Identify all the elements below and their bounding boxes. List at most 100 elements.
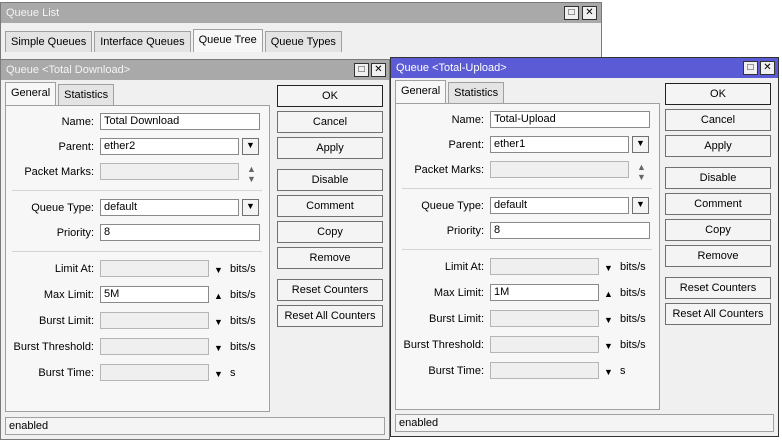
tab-statistics[interactable]: Statistics	[448, 82, 505, 103]
down-arrow-icon[interactable]: ▼	[604, 315, 613, 325]
limit-at-unit: bits/s	[230, 263, 256, 275]
ok-button[interactable]: OK	[665, 83, 771, 105]
close-icon[interactable]: ✕	[760, 61, 775, 75]
name-label: Name:	[61, 116, 94, 128]
tab-simple-queues[interactable]: Simple Queues	[5, 31, 93, 52]
down-arrow-icon[interactable]: ▼	[604, 341, 613, 351]
status-bar: enabled	[5, 417, 385, 435]
dropdown-arrow-icon[interactable]: ▼	[242, 199, 259, 216]
burst-limit-field[interactable]	[490, 310, 599, 327]
packet-marks-label: Packet Marks:	[414, 164, 484, 176]
maximize-icon[interactable]: □	[564, 6, 579, 20]
copy-button[interactable]: Copy	[277, 221, 383, 243]
remove-button[interactable]: Remove	[277, 247, 383, 269]
queue-type-select[interactable]: default	[100, 199, 239, 216]
burst-threshold-label: Burst Threshold:	[13, 341, 94, 353]
parent-label: Parent:	[58, 141, 94, 153]
up-down-arrow-icon[interactable]: ▲ ▼	[247, 164, 256, 184]
dropdown-arrow-icon[interactable]: ▼	[632, 136, 649, 153]
reset-all-counters-button[interactable]: Reset All Counters	[665, 303, 771, 325]
burst-threshold-field[interactable]	[490, 336, 599, 353]
maximize-icon[interactable]: □	[743, 61, 758, 75]
cancel-button[interactable]: Cancel	[277, 111, 383, 133]
packet-marks-field[interactable]	[100, 163, 239, 180]
burst-limit-unit: bits/s	[230, 315, 256, 327]
burst-limit-unit: bits/s	[620, 313, 646, 325]
upload-queue-window: Queue <Total-Upload> □ ✕ General Statist…	[390, 57, 779, 437]
down-arrow-icon[interactable]: ▼	[604, 263, 613, 273]
packet-marks-field[interactable]	[490, 161, 629, 178]
tab-statistics[interactable]: Statistics	[58, 84, 115, 105]
max-limit-field[interactable]: 5M	[100, 286, 209, 303]
burst-limit-field[interactable]	[100, 312, 209, 329]
down-arrow-icon[interactable]: ▼	[214, 265, 223, 275]
parent-select[interactable]: ether1	[490, 136, 629, 153]
general-panel: Name: Total Download Parent: ether2 ▼ Pa…	[5, 105, 270, 412]
reset-counters-button[interactable]: Reset Counters	[665, 277, 771, 299]
tab-general[interactable]: General	[5, 82, 57, 105]
limit-at-field[interactable]	[490, 258, 599, 275]
upload-window-title: Queue <Total-Upload>	[391, 58, 778, 78]
parent-label: Parent:	[448, 139, 484, 151]
divider	[402, 249, 652, 250]
burst-threshold-unit: bits/s	[230, 341, 256, 353]
queue-list-title: Queue List	[1, 3, 601, 23]
close-icon[interactable]: ✕	[582, 6, 597, 20]
burst-time-field[interactable]	[490, 362, 599, 379]
priority-field[interactable]: 8	[100, 224, 260, 241]
name-field[interactable]: Total-Upload	[490, 111, 650, 128]
burst-time-unit: s	[230, 367, 236, 379]
status-bar: enabled	[395, 414, 774, 432]
ok-button[interactable]: OK	[277, 85, 383, 107]
reset-counters-button[interactable]: Reset Counters	[277, 279, 383, 301]
queue-type-label: Queue Type:	[31, 202, 94, 214]
apply-button[interactable]: Apply	[665, 135, 771, 157]
up-arrow-icon[interactable]: ▲	[604, 289, 613, 299]
tab-queue-tree[interactable]: Queue Tree	[192, 29, 263, 52]
name-field[interactable]: Total Download	[100, 113, 260, 130]
general-panel: Name: Total-Upload Parent: ether1 ▼ Pack…	[395, 103, 660, 410]
burst-time-field[interactable]	[100, 364, 209, 381]
down-arrow-icon[interactable]: ▼	[214, 317, 223, 327]
burst-threshold-unit: bits/s	[620, 339, 646, 351]
queue-list-window: Queue List □ ✕ Simple Queues Interface Q…	[0, 2, 602, 62]
max-limit-unit: bits/s	[230, 289, 256, 301]
divider	[12, 190, 262, 191]
maximize-icon[interactable]: □	[354, 63, 369, 77]
apply-button[interactable]: Apply	[277, 137, 383, 159]
priority-label: Priority:	[56, 227, 94, 239]
comment-button[interactable]: Comment	[277, 195, 383, 217]
disable-button[interactable]: Disable	[665, 167, 771, 189]
up-arrow-icon[interactable]: ▲	[214, 291, 223, 301]
up-down-arrow-icon[interactable]: ▲ ▼	[637, 162, 646, 182]
tab-queue-types[interactable]: Queue Types	[264, 31, 342, 52]
max-limit-unit: bits/s	[620, 287, 646, 299]
burst-threshold-label: Burst Threshold:	[403, 339, 484, 351]
burst-threshold-field[interactable]	[100, 338, 209, 355]
dropdown-arrow-icon[interactable]: ▼	[242, 138, 259, 155]
reset-all-counters-button[interactable]: Reset All Counters	[277, 305, 383, 327]
dropdown-arrow-icon[interactable]: ▼	[632, 197, 649, 214]
limit-at-label: Limit At:	[444, 261, 484, 273]
remove-button[interactable]: Remove	[665, 245, 771, 267]
down-arrow-icon[interactable]: ▼	[214, 343, 223, 353]
cancel-button[interactable]: Cancel	[665, 109, 771, 131]
queue-type-select[interactable]: default	[490, 197, 629, 214]
burst-time-label: Burst Time:	[428, 365, 484, 377]
limit-at-field[interactable]	[100, 260, 209, 277]
down-arrow-icon[interactable]: ▼	[214, 369, 223, 379]
tab-general[interactable]: General	[395, 80, 447, 103]
burst-limit-label: Burst Limit:	[38, 315, 94, 327]
burst-time-label: Burst Time:	[38, 367, 94, 379]
disable-button[interactable]: Disable	[277, 169, 383, 191]
copy-button[interactable]: Copy	[665, 219, 771, 241]
close-icon[interactable]: ✕	[371, 63, 386, 77]
tab-interface-queues[interactable]: Interface Queues	[94, 31, 191, 52]
max-limit-label: Max Limit:	[43, 289, 94, 301]
divider	[402, 188, 652, 189]
priority-field[interactable]: 8	[490, 222, 650, 239]
parent-select[interactable]: ether2	[100, 138, 239, 155]
comment-button[interactable]: Comment	[665, 193, 771, 215]
max-limit-field[interactable]: 1M	[490, 284, 599, 301]
down-arrow-icon[interactable]: ▼	[604, 367, 613, 377]
